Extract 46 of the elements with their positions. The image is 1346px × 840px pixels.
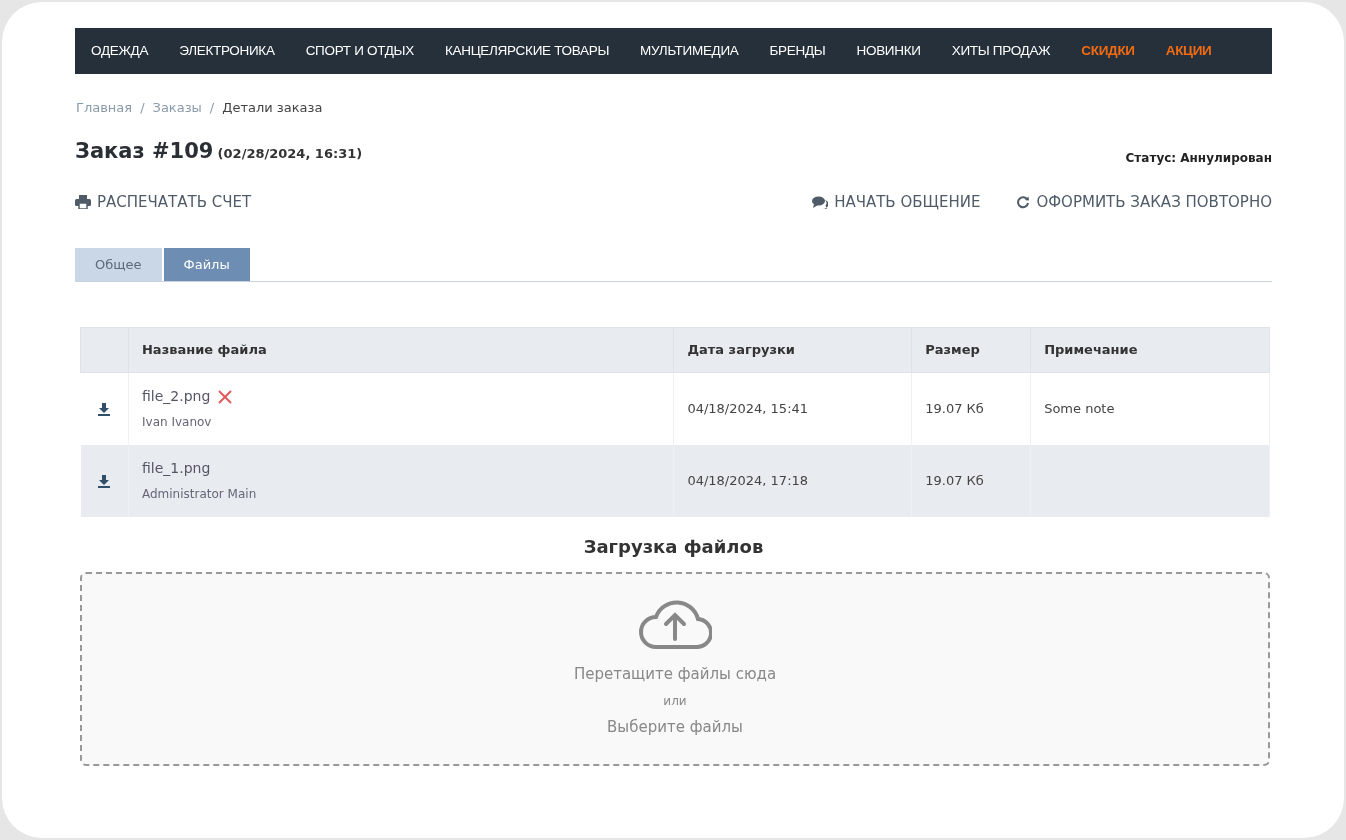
column-header: Название файла bbox=[128, 327, 674, 373]
nav-link-item[interactable]: МУЛЬТИМЕДИА bbox=[630, 40, 749, 62]
file-size: 19.07 Кб bbox=[911, 372, 1031, 445]
reorder-link[interactable]: ОФОРМИТЬ ЗАКАЗ ПОВТОРНО bbox=[1016, 191, 1272, 214]
upload-date: 04/18/2024, 15:41 bbox=[673, 372, 912, 445]
order-status: Статус: Аннулирован bbox=[1125, 150, 1272, 167]
refresh-icon bbox=[1016, 195, 1031, 210]
tab[interactable]: Общее bbox=[75, 247, 162, 281]
file-author: Administrator Main bbox=[142, 486, 258, 503]
file-size: 19.07 Кб bbox=[911, 444, 1031, 517]
upload-title: Загрузка файлов bbox=[582, 534, 765, 559]
tab[interactable]: Файлы bbox=[163, 247, 250, 281]
delete-icon[interactable] bbox=[218, 389, 233, 404]
file-drop-zone[interactable]: Перетащите файлы сюда или Выберите файлы bbox=[80, 571, 1270, 766]
nav-link-item[interactable]: КАНЦЕЛЯРСКИЕ ТОВАРЫ bbox=[434, 40, 620, 62]
nav-link-item[interactable]: НОВИНКИ bbox=[846, 40, 931, 62]
column-header: Размер bbox=[911, 327, 1031, 373]
file-name-link[interactable]: file_1.png bbox=[142, 458, 211, 479]
breadcrumb-separator: / bbox=[140, 100, 145, 115]
cloud-upload-icon bbox=[638, 599, 712, 651]
nav-link-item[interactable]: ЭЛЕКТРОНИКА bbox=[169, 40, 285, 62]
choose-files-link[interactable]: Выберите файлы bbox=[607, 715, 743, 738]
chat-bubbles-icon bbox=[812, 195, 829, 209]
download-icon[interactable] bbox=[98, 403, 111, 416]
file-note: Some note bbox=[1044, 401, 1115, 416]
column-header: Примечание bbox=[1030, 327, 1270, 373]
download-icon[interactable] bbox=[98, 474, 111, 488]
column-header: Дата загрузки bbox=[673, 327, 912, 373]
order-date: (02/28/2024, 16:31) bbox=[217, 145, 363, 161]
nav-link-item[interactable]: ОДЕЖДА bbox=[81, 40, 159, 62]
nav-link-item[interactable]: АКЦИИ bbox=[1155, 40, 1222, 62]
drop-hint: Перетащите файлы сюда bbox=[573, 664, 777, 685]
nav-link-item[interactable]: СКИДКИ bbox=[1071, 40, 1145, 62]
file-name-link[interactable]: file_2.png bbox=[142, 386, 211, 408]
order-title: Заказ #109 bbox=[75, 138, 214, 163]
start-chat-link[interactable]: НАЧАТЬ ОБЩЕНИЕ bbox=[812, 191, 981, 214]
nav-link-item[interactable]: ХИТЫ ПРОДАЖ bbox=[941, 40, 1061, 62]
or-text: или bbox=[663, 692, 687, 710]
breadcrumb-current: Детали заказа bbox=[222, 100, 323, 115]
nav-link-item[interactable]: СПОРТ И ОТДЫХ bbox=[295, 40, 424, 62]
nav-link-item[interactable]: БРЕНДЫ bbox=[759, 40, 836, 62]
breadcrumb-separator: / bbox=[209, 100, 215, 115]
upload-date: 04/18/2024, 17:18 bbox=[673, 444, 912, 517]
file-author: Ivan Ivanov bbox=[142, 414, 213, 432]
print-invoice-link[interactable]: РАСПЕЧАТАТЬ СЧЕТ bbox=[75, 191, 252, 214]
printer-icon bbox=[75, 195, 91, 210]
